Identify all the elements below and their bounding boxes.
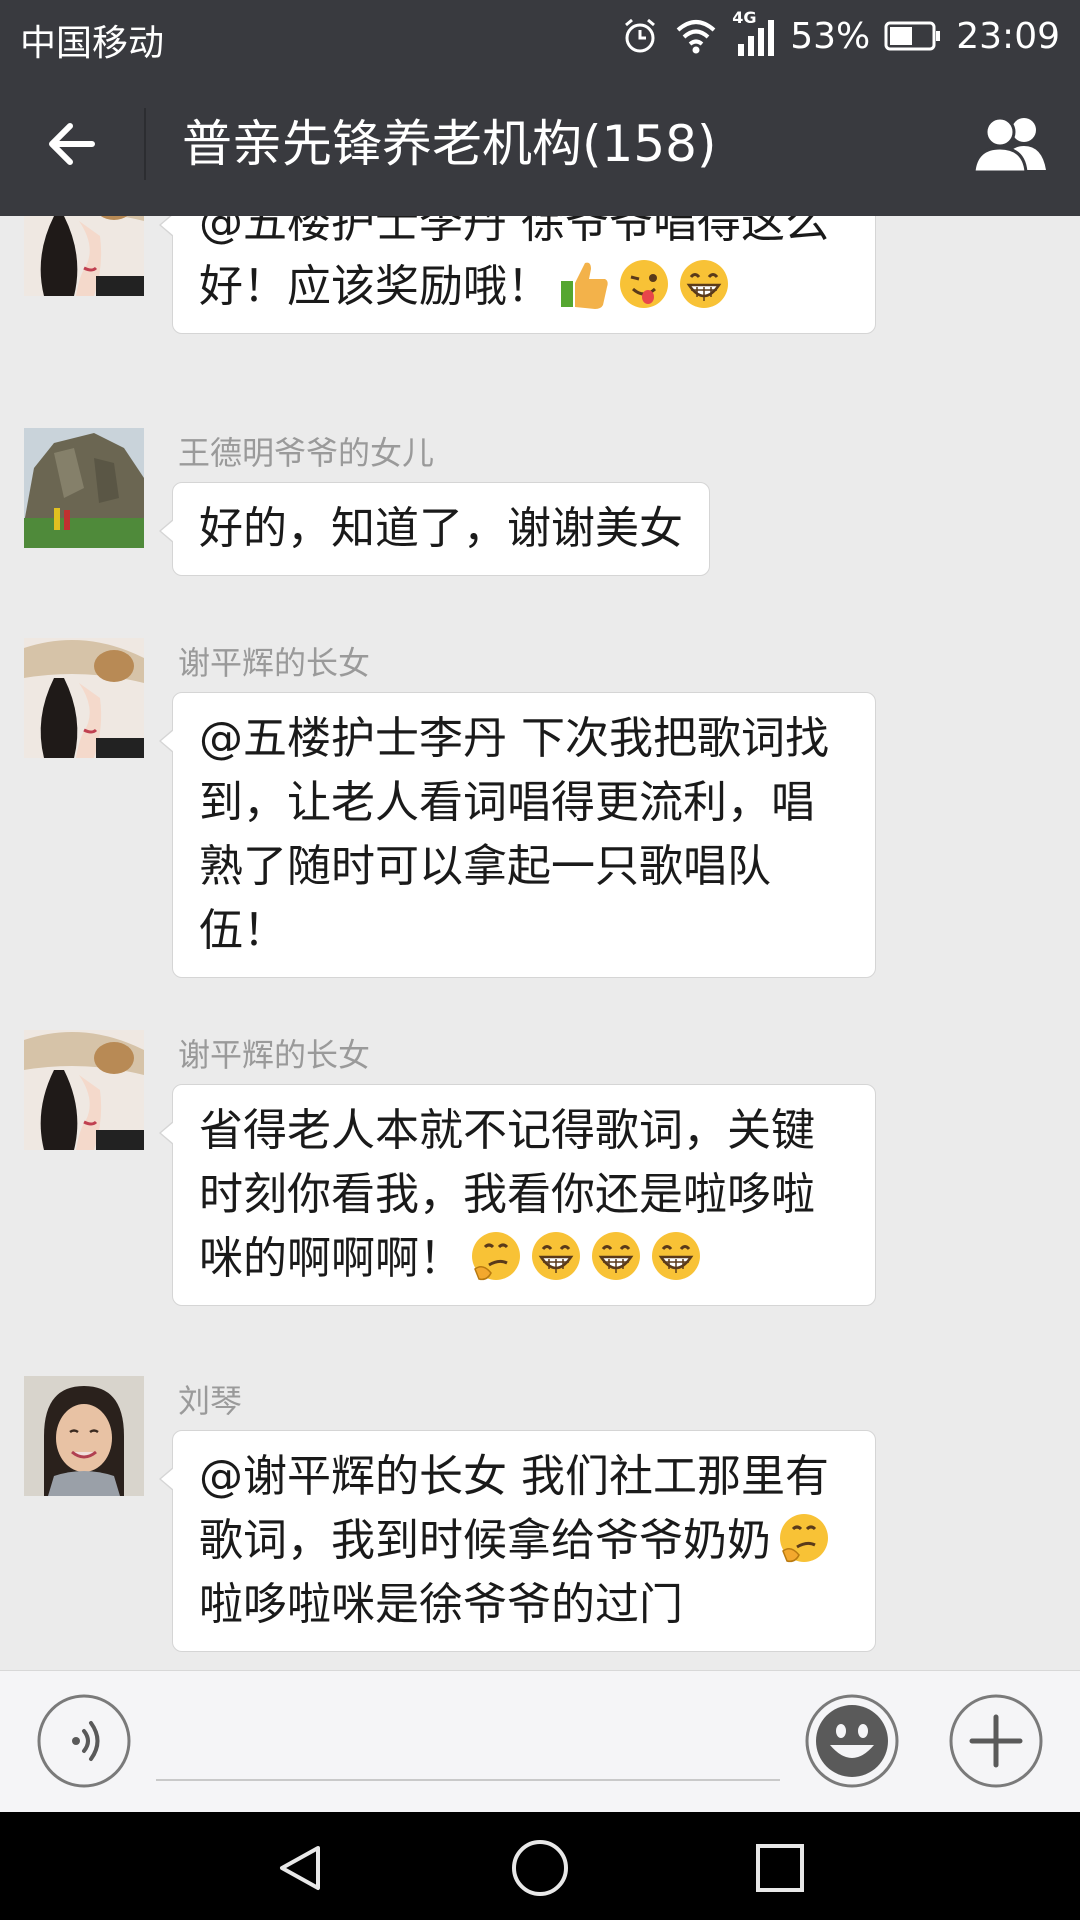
battery-icon	[884, 21, 941, 51]
chat-header: 普亲先锋养老机构(158)	[0, 72, 1080, 216]
message-text-after-emoji: 啦哆啦咪是徐爷爷的过门	[199, 1579, 683, 1630]
cliff-landscape-avatar	[24, 428, 144, 548]
chat-title: 普亲先锋养老机构(158)	[182, 115, 717, 173]
avatar[interactable]	[24, 638, 144, 758]
nav-recent-apps-icon[interactable]	[752, 1840, 808, 1896]
sender-name: 王德明爷爷的女儿	[178, 434, 435, 472]
message-item: 王德明爷爷的女儿 好的，知道了，谢谢美女	[0, 428, 1080, 628]
status-icons: 4G 53% 23:09	[620, 8, 1060, 60]
title-divider	[144, 108, 146, 180]
signal-4g-icon: 4G	[732, 8, 776, 58]
chat-message-list[interactable]: @五楼护士李丹 徐爷爷唱得这么好！应该奖励哦！ 王德明爷爷的女儿 好的，知道了，…	[0, 216, 1080, 1670]
grinning-emoji	[652, 1232, 700, 1280]
alarm-icon	[625, 18, 656, 53]
thumbs-up-emoji	[561, 262, 608, 309]
avatar[interactable]	[24, 1030, 144, 1150]
message-bubble[interactable]: 省得老人本就不记得歌词，关键时刻你看我，我看你还是啦哆啦咪的啊啊啊！	[159, 1084, 876, 1306]
nav-back-icon[interactable]	[272, 1840, 328, 1896]
carrier-name: 中国移动	[20, 23, 165, 64]
message-text: @五楼护士李丹 徐爷爷唱得这么好！应该奖励哦！	[199, 216, 829, 312]
winking-tongue-emoji	[620, 260, 668, 308]
message-input-bar	[0, 1670, 1080, 1812]
nav-home-icon[interactable]	[510, 1838, 570, 1898]
thinking-emoji	[780, 1514, 828, 1563]
smiley-icon[interactable]	[804, 1693, 900, 1789]
message-item: 谢平辉的长女 省得老人本就不记得歌词，关键时刻你看我，我看你还是啦哆啦咪的啊啊啊…	[0, 1030, 1080, 1400]
avatar[interactable]	[24, 1376, 144, 1496]
message-text-input[interactable]	[156, 1701, 780, 1781]
sender-name: 刘琴	[178, 1382, 243, 1420]
message-item: 刘琴 @谢平辉的长女 我们社工那里有歌词，我到时候拿给爷爷奶奶 啦哆啦咪是徐爷爷…	[0, 1376, 1080, 1670]
system-nav-bar	[0, 1812, 1080, 1920]
avatar[interactable]	[24, 428, 144, 548]
message-item: 谢平辉的长女 @五楼护士李丹 下次我把歌词找到，让老人看词唱得更流利，唱熟了随时…	[0, 638, 1080, 1018]
battery-percent: 53%	[790, 15, 871, 57]
grinning-emoji	[592, 1232, 640, 1280]
message-bubble[interactable]: @谢平辉的长女 我们社工那里有歌词，我到时候拿给爷爷奶奶 啦哆啦咪是徐爷爷的过门	[159, 1430, 876, 1652]
plus-icon[interactable]	[948, 1693, 1044, 1789]
back-arrow-icon[interactable]	[40, 112, 104, 176]
message-bubble[interactable]: @五楼护士李丹 下次我把歌词找到，让老人看词唱得更流利，唱熟了随时可以拿起一只歌…	[159, 692, 876, 978]
sender-name: 谢平辉的长女	[178, 1036, 371, 1074]
woman-in-sunhat-avatar	[24, 638, 144, 758]
wifi-icon	[676, 20, 716, 54]
message-text: 好的，知道了，谢谢美女	[199, 503, 683, 554]
message-bubble[interactable]: 好的，知道了，谢谢美女	[159, 482, 710, 576]
clock-time: 23:09	[956, 15, 1060, 57]
voice-icon[interactable]	[36, 1693, 132, 1789]
smiling-woman-avatar	[24, 1376, 144, 1496]
sender-name: 谢平辉的长女	[178, 644, 371, 682]
status-bar: 中国移动 4G 53% 23:09	[0, 0, 1080, 72]
woman-in-sunhat-avatar	[24, 216, 144, 296]
message-bubble[interactable]: @五楼护士李丹 徐爷爷唱得这么好！应该奖励哦！	[159, 216, 876, 334]
woman-in-sunhat-avatar	[24, 1030, 144, 1150]
group-members-icon[interactable]	[968, 112, 1052, 176]
thinking-emoji	[472, 1232, 520, 1281]
grinning-emoji	[532, 1232, 580, 1280]
avatar[interactable]	[24, 216, 144, 296]
message-text-before-emoji: @谢平辉的长女 我们社工那里有歌词，我到时候拿给爷爷奶奶	[199, 1451, 829, 1566]
message-text: @五楼护士李丹 下次我把歌词找到，让老人看词唱得更流利，唱熟了随时可以拿起一只歌…	[199, 713, 829, 956]
grinning-emoji	[680, 260, 728, 308]
